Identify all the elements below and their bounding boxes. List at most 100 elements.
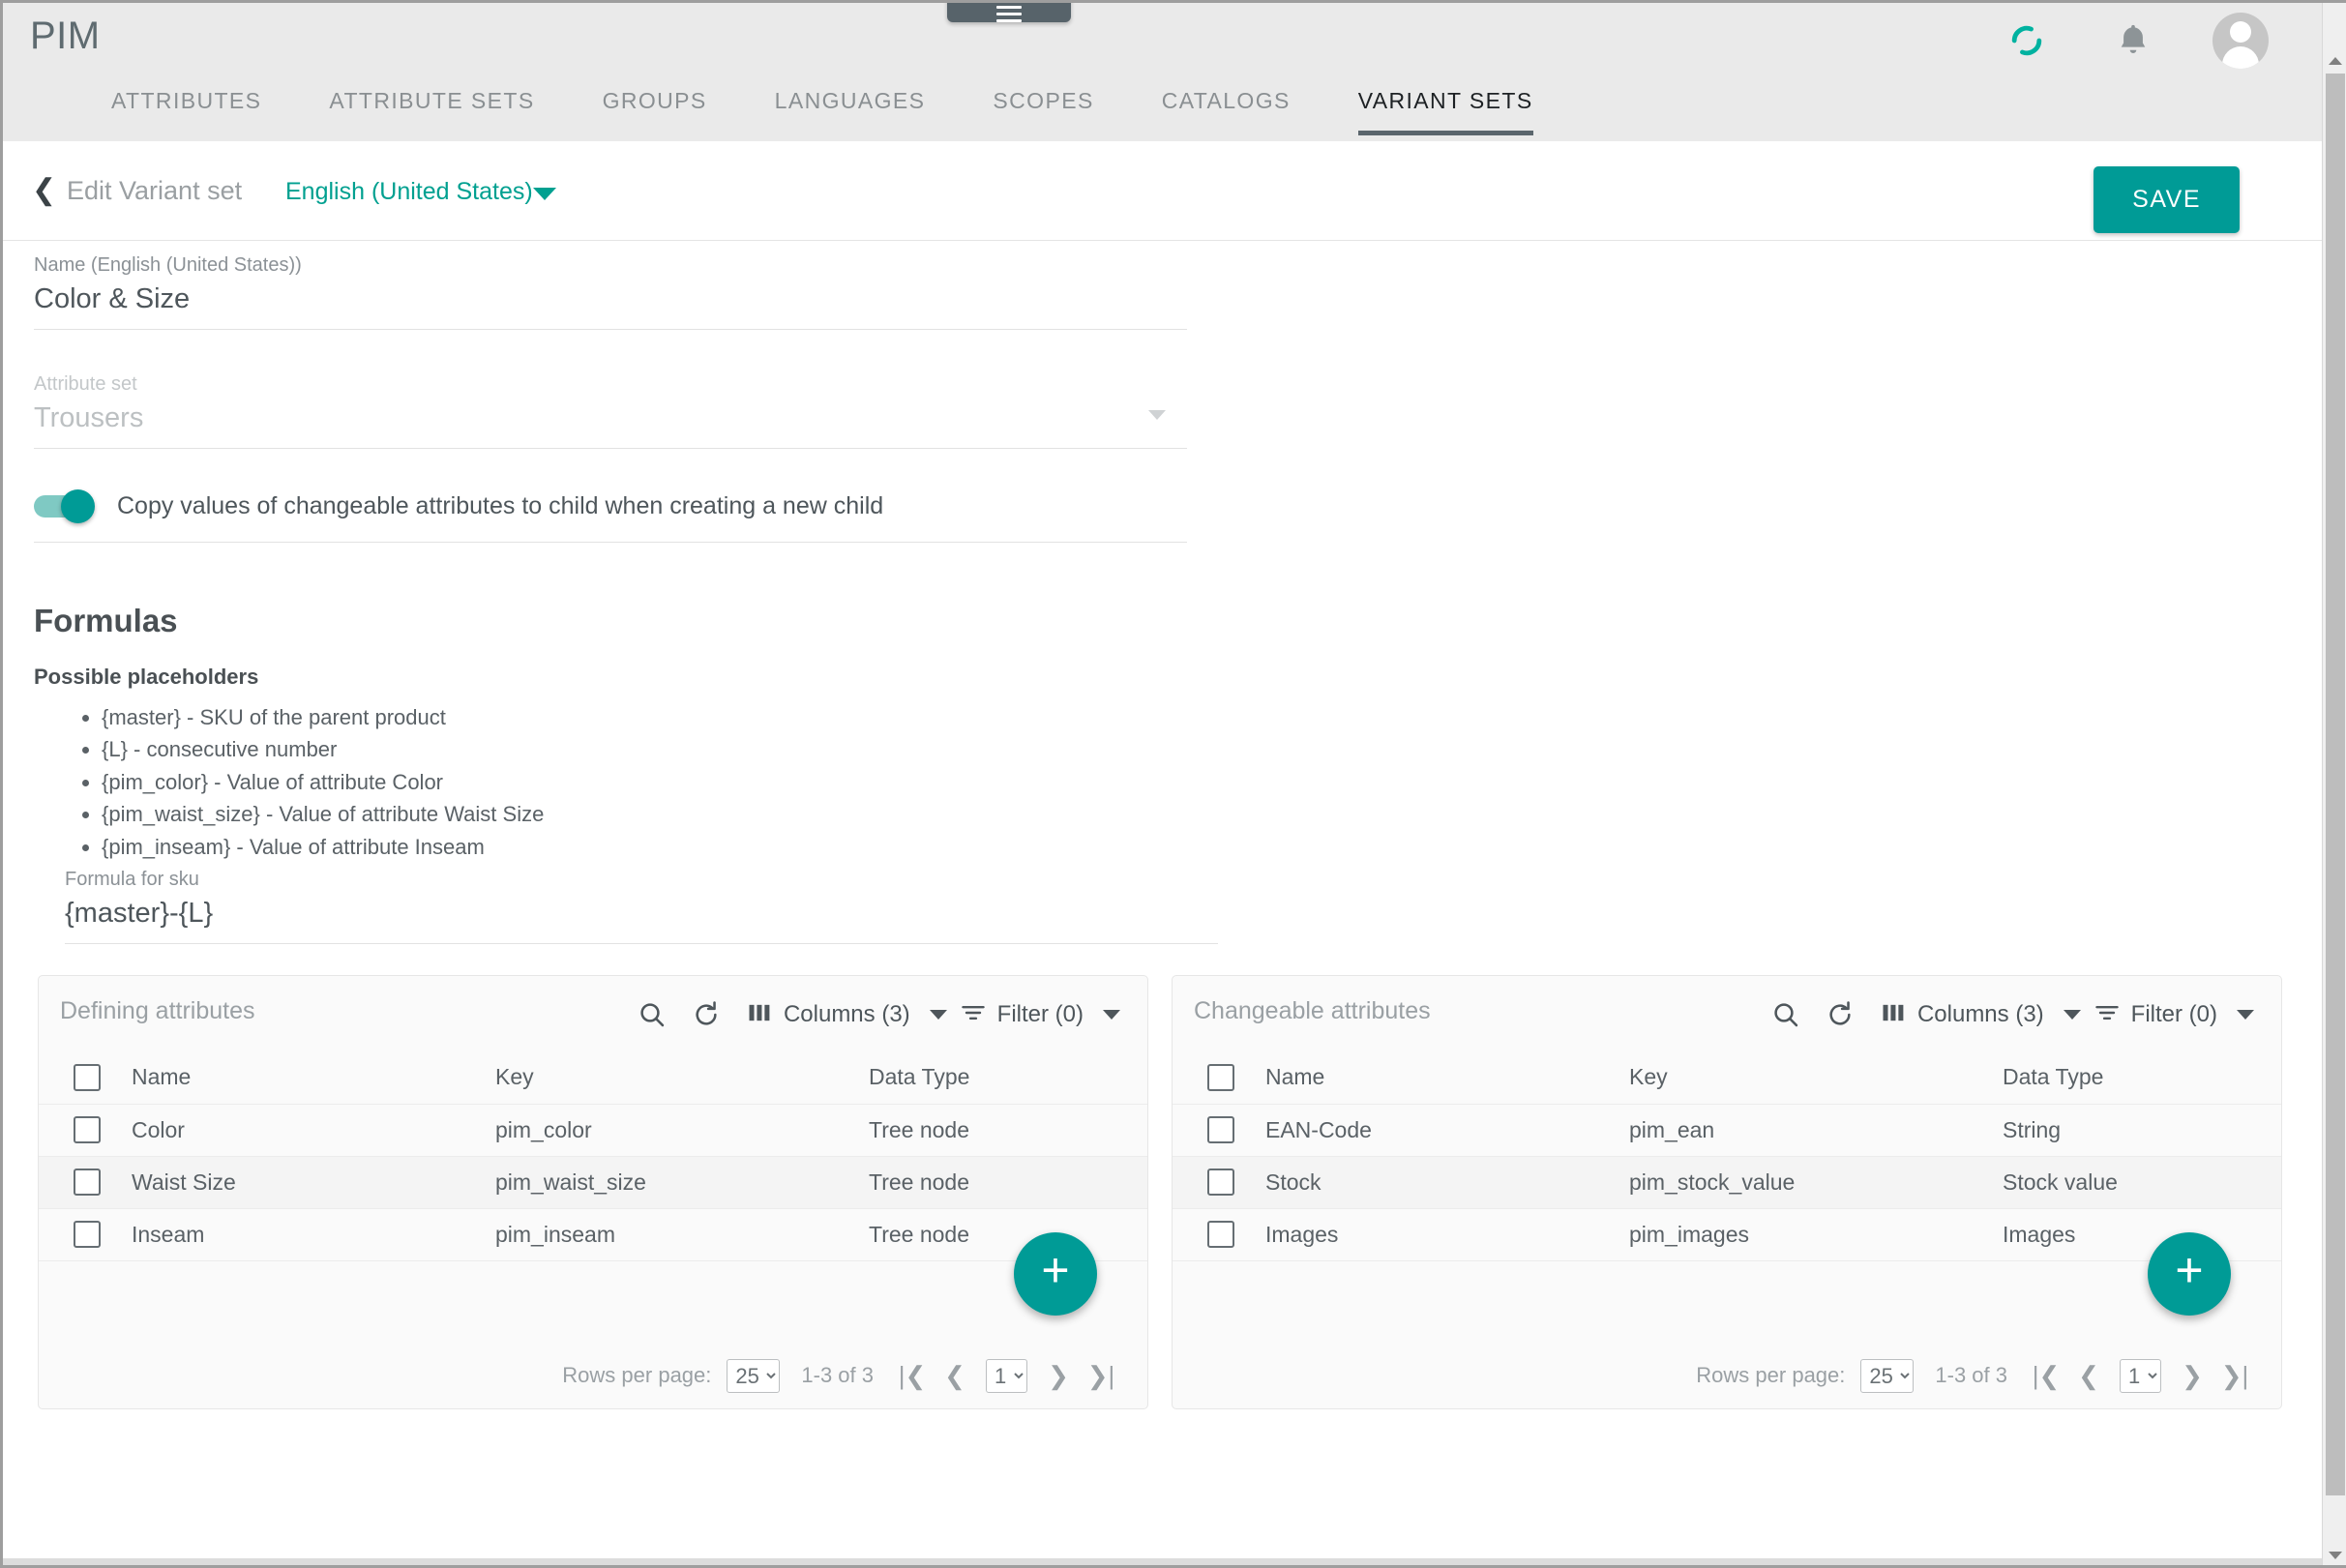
tab-attributes[interactable]: ATTRIBUTES xyxy=(111,78,261,135)
select-all-checkbox[interactable] xyxy=(1207,1063,1234,1091)
next-page-icon[interactable]: ❯ xyxy=(1037,1356,1080,1395)
columns-label: Columns (3) xyxy=(1916,1001,2044,1027)
filter-button[interactable]: Filter (0) xyxy=(2093,999,2254,1031)
possible-placeholders-title: Possible placeholders xyxy=(34,665,259,689)
copy-values-toggle[interactable] xyxy=(34,489,95,523)
name-field-group: Name (English (United States)) Color & S… xyxy=(34,254,1187,330)
changeable-attributes-toolbar: Changeable attributes Columns (3) Filter… xyxy=(1173,976,2281,1051)
sync-icon[interactable] xyxy=(2000,14,2054,68)
tab-groups[interactable]: GROUPS xyxy=(603,78,707,135)
row-select-cell xyxy=(39,1104,132,1156)
rows-per-page-select[interactable]: 25 xyxy=(1860,1358,1915,1393)
formulas-section: Formulas Possible placeholders {master} … xyxy=(34,603,1195,863)
rows-per-page-select[interactable]: 25 xyxy=(727,1358,781,1393)
add-defining-attribute-button[interactable]: + xyxy=(1014,1232,1097,1316)
column-header-datatype[interactable]: Data Type xyxy=(869,1051,1147,1104)
cell-name: Waist Size xyxy=(132,1169,236,1195)
select-all-checkbox[interactable] xyxy=(74,1063,101,1091)
page-select[interactable]: 1 xyxy=(2120,1358,2161,1393)
first-page-icon[interactable]: |❮ xyxy=(891,1356,934,1395)
defining-toolbar-actions: Columns (3) Filter (0) xyxy=(625,993,1120,1036)
cell-datatype: Tree node xyxy=(869,1221,969,1247)
name-field-label: Name (English (United States)) xyxy=(34,254,302,276)
refresh-icon[interactable] xyxy=(679,993,733,1036)
chevron-left-icon[interactable]: ❮ xyxy=(32,176,56,205)
changeable-toolbar-actions: Columns (3) Filter (0) xyxy=(1759,993,2254,1036)
row-select-cell xyxy=(39,1208,132,1260)
row-checkbox[interactable] xyxy=(74,1221,101,1248)
row-checkbox[interactable] xyxy=(1207,1221,1234,1248)
cell-key: pim_images xyxy=(1629,1221,1749,1247)
row-checkbox[interactable] xyxy=(1207,1169,1234,1196)
attribute-set-underline xyxy=(34,448,1187,449)
table-row[interactable]: Inseam pim_inseam Tree node xyxy=(39,1208,1147,1260)
column-header-datatype[interactable]: Data Type xyxy=(2003,1051,2281,1104)
changeable-paginator: Rows per page: 25 1-3 of 3 |❮ ❮ 1 ❯ ❯| xyxy=(1173,1356,2281,1395)
chevron-down-icon[interactable] xyxy=(1148,410,1166,420)
column-header-name[interactable]: Name xyxy=(132,1051,495,1104)
tab-variant-sets[interactable]: VARIANT SETS xyxy=(1357,78,1533,135)
table-row[interactable]: Waist Size pim_waist_size Tree node xyxy=(39,1156,1147,1208)
previous-page-icon[interactable]: ❮ xyxy=(2067,1356,2110,1395)
scroll-up-icon[interactable] xyxy=(2323,48,2346,74)
next-page-icon[interactable]: ❯ xyxy=(2171,1356,2213,1395)
toggle-row-underline xyxy=(34,542,1187,543)
tab-catalogs[interactable]: CATALOGS xyxy=(1162,78,1291,135)
name-field-value[interactable]: Color & Size xyxy=(34,277,1187,315)
cell-name: EAN-Code xyxy=(1265,1116,1372,1142)
page-range-label: 1-3 of 3 xyxy=(801,1363,874,1387)
filter-button[interactable]: Filter (0) xyxy=(959,999,1120,1031)
table-row[interactable]: Stock pim_stock_value Stock value xyxy=(1173,1156,2281,1208)
search-icon[interactable] xyxy=(625,993,679,1036)
user-avatar-icon[interactable] xyxy=(2212,13,2269,69)
window-drag-handle[interactable] xyxy=(947,3,1071,22)
language-selector[interactable]: English (United States) xyxy=(285,178,533,206)
refresh-icon[interactable] xyxy=(1813,993,1867,1036)
page-subheader: ❮ Edit Variant set English (United State… xyxy=(3,141,2325,241)
list-item: {L} - consecutive number xyxy=(102,733,1195,765)
changeable-attributes-card: Changeable attributes Columns (3) Filter… xyxy=(1172,975,2282,1409)
row-checkbox[interactable] xyxy=(1207,1116,1234,1143)
chevron-down-icon[interactable] xyxy=(533,188,556,200)
bell-icon[interactable] xyxy=(2106,14,2160,68)
app-brand: PIM xyxy=(30,15,101,57)
filter-label: Filter (0) xyxy=(996,1001,1084,1027)
formula-sku-value[interactable]: {master}-{L} xyxy=(65,891,1218,930)
cell-key: pim_waist_size xyxy=(495,1169,646,1195)
cell-name: Stock xyxy=(1265,1169,1321,1195)
last-page-icon[interactable]: ❯| xyxy=(2213,1356,2256,1395)
tab-attribute-sets[interactable]: ATTRIBUTE SETS xyxy=(329,78,534,135)
attribute-set-value[interactable]: Trousers xyxy=(34,396,1187,434)
copy-values-toggle-row: Copy values of changeable attributes to … xyxy=(34,476,1187,536)
columns-button[interactable]: Columns (3) xyxy=(1879,999,2081,1031)
search-icon[interactable] xyxy=(1759,993,1813,1036)
previous-page-icon[interactable]: ❮ xyxy=(934,1356,976,1395)
tab-scopes[interactable]: SCOPES xyxy=(993,78,1093,135)
row-checkbox[interactable] xyxy=(74,1169,101,1196)
cell-datatype: Tree node xyxy=(869,1169,969,1195)
row-select-cell xyxy=(1173,1156,1265,1208)
last-page-icon[interactable]: ❯| xyxy=(1080,1356,1122,1395)
row-checkbox[interactable] xyxy=(74,1116,101,1143)
add-changeable-attribute-button[interactable]: + xyxy=(2148,1232,2231,1316)
filter-label: Filter (0) xyxy=(2130,1001,2217,1027)
column-header-name[interactable]: Name xyxy=(1265,1051,1629,1104)
scrollbar-thumb[interactable] xyxy=(2326,74,2345,1495)
name-field-underline xyxy=(34,329,1187,330)
tab-languages[interactable]: LANGUAGES xyxy=(775,78,926,135)
cell-datatype: Images xyxy=(2003,1221,2076,1247)
table-row[interactable]: EAN-Code pim_ean String xyxy=(1173,1104,2281,1156)
table-header-row: Name Key Data Type xyxy=(1173,1051,2281,1104)
column-header-key[interactable]: Key xyxy=(1629,1051,2003,1104)
table-row[interactable]: Images pim_images Images xyxy=(1173,1208,2281,1260)
save-button[interactable]: SAVE xyxy=(2094,166,2240,233)
page-title: Edit Variant set xyxy=(67,176,243,205)
columns-button[interactable]: Columns (3) xyxy=(745,999,947,1031)
column-header-key[interactable]: Key xyxy=(495,1051,869,1104)
scroll-down-icon[interactable] xyxy=(2323,1543,2346,1565)
first-page-icon[interactable]: |❮ xyxy=(2025,1356,2067,1395)
hamburger-icon xyxy=(996,6,1022,26)
vertical-scrollbar[interactable] xyxy=(2322,3,2346,1565)
page-select[interactable]: 1 xyxy=(986,1358,1027,1393)
table-row[interactable]: Color pim_color Tree node xyxy=(39,1104,1147,1156)
